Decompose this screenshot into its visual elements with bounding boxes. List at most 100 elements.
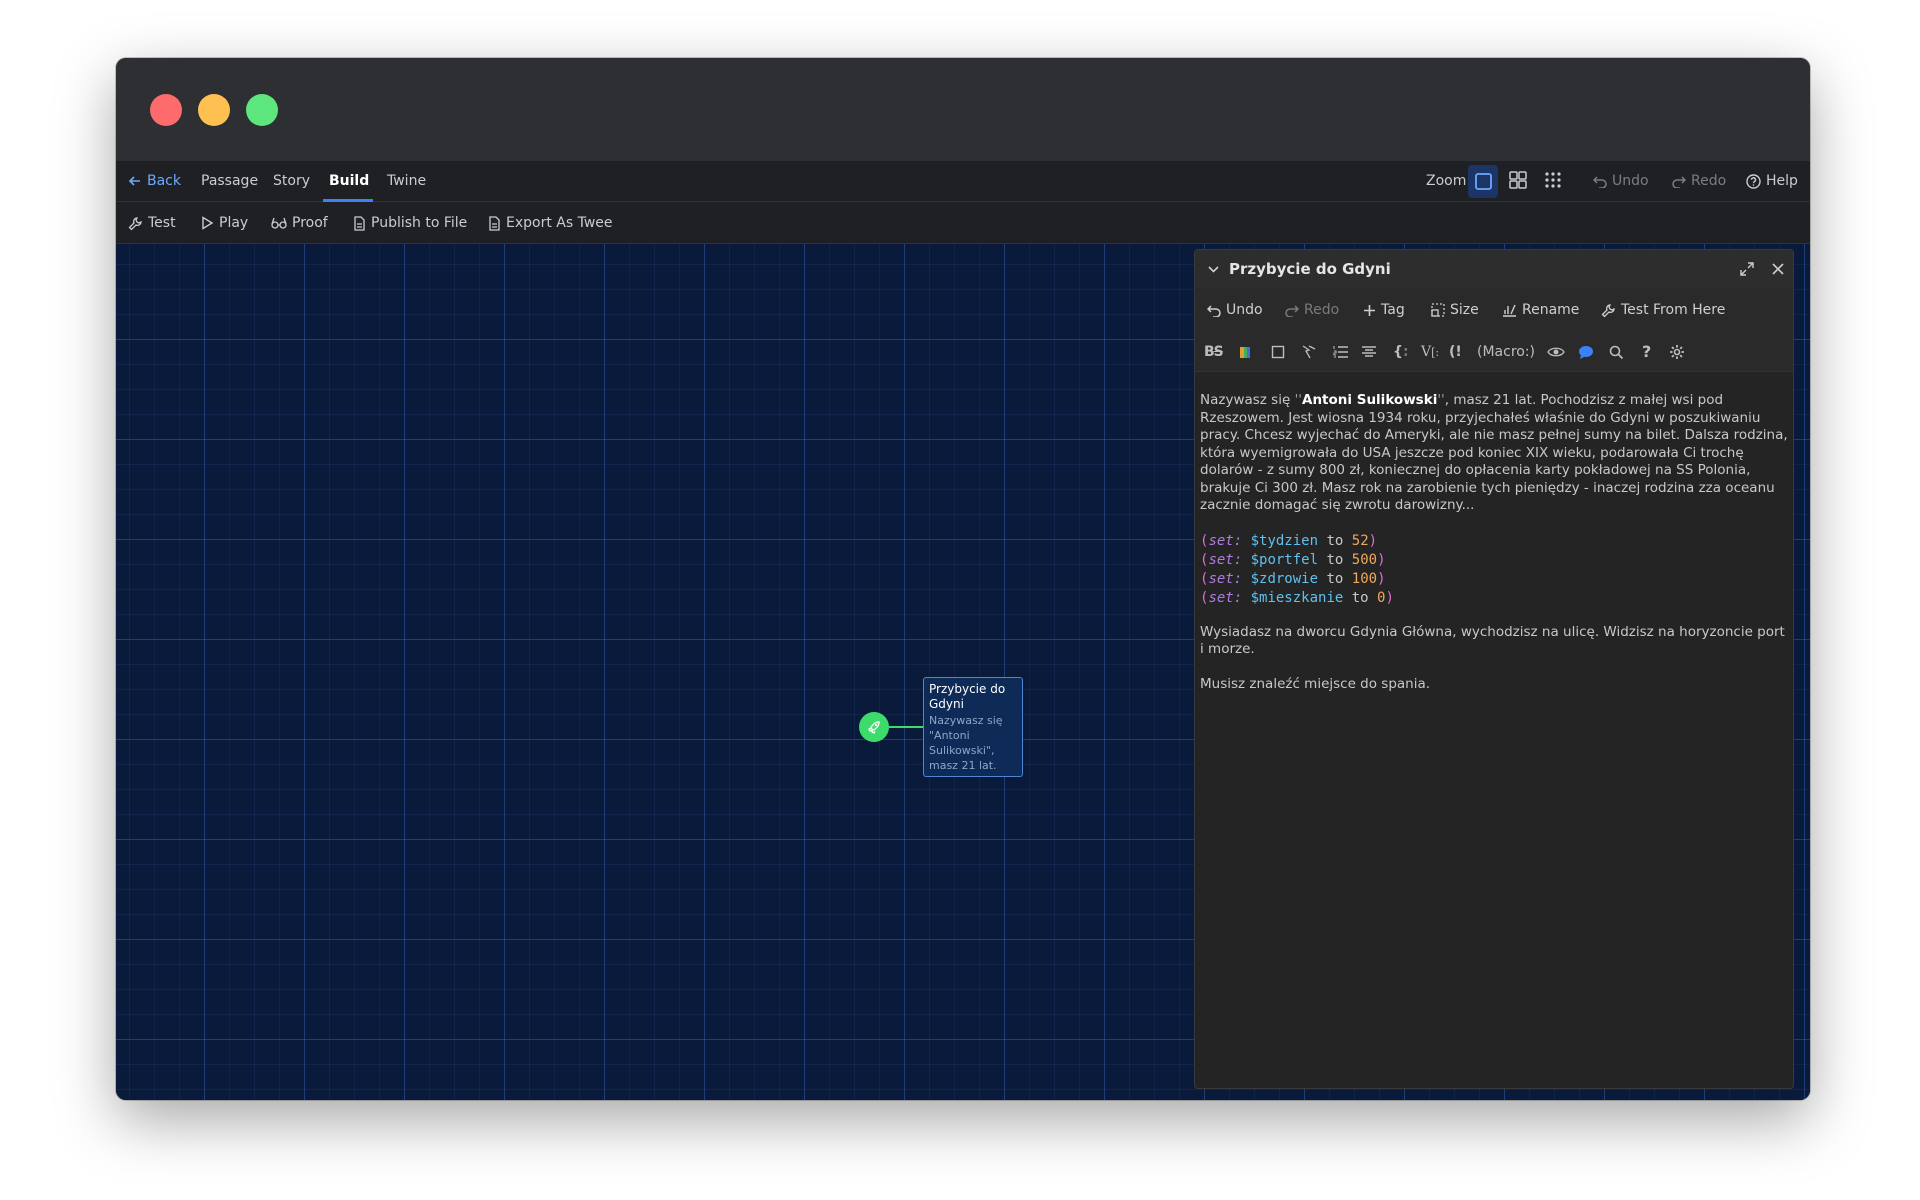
passage-paragraph-3: Musisz znaleźć miejsce do spania. [1200,675,1431,692]
dialog-undo-button[interactable]: Undo [1207,288,1263,332]
macro-value: 500 [1351,551,1378,568]
p1-quote-close: '' [1437,392,1445,408]
macro-keyword: set: [1208,532,1243,549]
resize-icon [1431,303,1445,317]
add-tag-label: Tag [1381,302,1405,318]
transition-icon[interactable] [1301,332,1317,372]
search-icon[interactable] [1609,332,1624,372]
grid-4-icon [1509,170,1527,189]
dialog-action-bar: Undo Redo Tag Size Rename Test From Here [1195,288,1793,332]
play-label: Play [219,215,249,231]
tab-build[interactable]: Build [329,161,369,202]
macro-value: 100 [1351,570,1378,587]
maximize-window-button[interactable] [246,94,278,126]
p1-quote-open: '' [1294,392,1302,408]
dialog-undo-label: Undo [1226,302,1263,318]
help-circle-icon [1746,173,1761,189]
macro-keyword: set: [1208,551,1243,568]
macro-button[interactable]: (Macro:) [1477,332,1535,372]
back-button[interactable]: Back [128,161,181,202]
app-window: Back Passage Story Build Twine Zoom Undo… [116,58,1810,1100]
eye-icon[interactable] [1547,332,1565,372]
dialog-title: Przybycie do Gdyni [1229,260,1391,278]
macro-to: to [1326,551,1344,568]
undo-label: Undo [1612,173,1649,189]
macro-value: 52 [1351,532,1369,549]
zoom-60-button[interactable] [1509,161,1532,202]
bold-strike-icon[interactable]: BS [1204,332,1224,372]
dialog-header: Przybycie do Gdyni [1195,250,1793,288]
square-icon [1475,173,1492,190]
export-label: Export As Twee [506,215,613,231]
play-button[interactable]: Play [201,202,248,244]
p1-bold-name: Antoni Sulikowski [1302,392,1438,408]
help-button[interactable]: Help [1746,161,1798,202]
export-as-twee-button[interactable]: Export As Twee [488,202,613,244]
chevron-down-icon[interactable] [1207,263,1220,276]
close-window-button[interactable] [150,94,182,126]
glasses-icon [271,217,287,229]
macro-keyword: set: [1208,589,1243,606]
close-icon[interactable] [1771,262,1785,276]
zoom-100-button[interactable] [1468,165,1498,198]
gear-icon[interactable] [1669,332,1685,372]
rename-icon [1503,304,1516,317]
build-toolbar: Test Play Proof Publish to File Export A… [116,202,1810,244]
undo-button[interactable]: Undo [1593,161,1649,202]
macro-line: (set: $zdrowie to 100) [1200,570,1386,587]
zoom-label: Zoom [1426,173,1467,189]
undo-icon [1207,305,1221,317]
macro-keyword: set: [1208,570,1243,587]
passage-text-editor[interactable]: Nazywasz się ''Antoni Sulikowski'', masz… [1200,392,1788,710]
macro-to: to [1326,532,1344,549]
tab-passage[interactable]: Passage [201,161,258,202]
dialog-redo-label: Redo [1304,302,1340,318]
redo-button[interactable]: Redo [1672,161,1726,202]
list-icon[interactable] [1333,332,1349,372]
align-center-icon[interactable] [1361,332,1377,372]
wrench-icon [1601,303,1615,317]
passage-card-title: Przybycie do Gdyni [929,682,1006,711]
macro-line: (set: $tydzien to 52) [1200,532,1378,549]
macro-to: to [1351,589,1369,606]
rename-button[interactable]: Rename [1502,288,1579,332]
size-button[interactable]: Size [1431,288,1479,332]
redo-label: Redo [1691,173,1727,189]
rocket-icon [868,721,880,734]
passage-paragraph-2: Wysiadasz na dworcu Gdynia Główna, wycho… [1200,623,1785,658]
top-menubar: Back Passage Story Build Twine Zoom Undo… [116,161,1810,202]
macro-line: (set: $portfel to 500) [1200,551,1386,568]
macro-line: (set: $mieszkanie to 0) [1200,589,1394,606]
test-from-here-button[interactable]: Test From Here [1601,288,1725,332]
redo-icon [1285,305,1299,317]
maximize-icon[interactable] [1740,262,1754,276]
color-icon[interactable] [1238,332,1252,372]
help-icon[interactable]: ? [1642,332,1651,372]
tab-story[interactable]: Story [273,161,310,202]
zoom-30-button[interactable] [1544,161,1567,202]
proof-button[interactable]: Proof [271,202,328,244]
minimize-window-button[interactable] [198,94,230,126]
publish-to-file-button[interactable]: Publish to File [353,202,467,244]
test-button[interactable]: Test [128,202,176,244]
dialog-redo-button[interactable]: Redo [1285,288,1339,332]
passage-paragraph-1: Nazywasz się ''Antoni Sulikowski'', masz… [1200,392,1788,515]
macro-to: to [1326,570,1344,587]
comment-icon[interactable] [1578,332,1594,372]
macro-block: (set: $tydzien to 52) (set: $portfel to … [1200,532,1788,608]
p1-text-b: , masz 21 lat. Pochodzisz z małej wsi po… [1200,392,1788,513]
start-connector [889,726,923,728]
help-label: Help [1766,173,1798,189]
passage-card-excerpt: Nazywasz się "Antoni Sulikowski", masz 2… [929,714,1003,772]
publish-label: Publish to File [371,215,468,231]
file-text-icon [489,215,500,231]
add-tag-button[interactable]: Tag [1363,288,1405,332]
tab-twine[interactable]: Twine [387,161,426,202]
variable-icon[interactable]: V[: [1421,332,1439,372]
macro-variable: $portfel [1250,551,1319,568]
proof-label: Proof [292,215,328,231]
alert-icon[interactable]: (! [1449,332,1462,372]
passage-card[interactable]: Przybycie do Gdyni Nazywasz się "Antoni … [923,677,1023,777]
hook-icon[interactable]: {: [1393,332,1409,372]
border-icon[interactable] [1271,332,1285,372]
